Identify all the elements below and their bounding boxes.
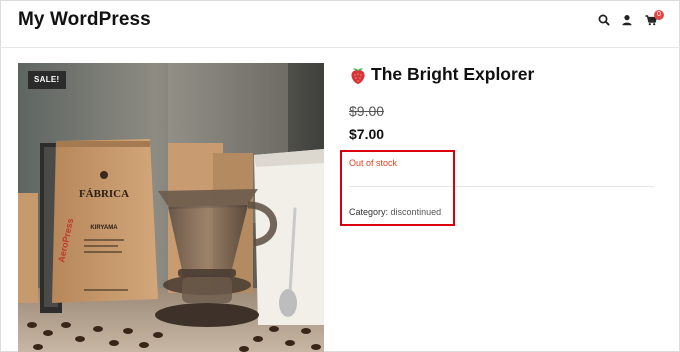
bag-subtitle-text: KIRYAMA: [90, 225, 118, 231]
product-title: The Bright Explorer: [371, 64, 535, 84]
strawberry-icon: [349, 65, 367, 85]
search-icon[interactable]: [597, 13, 611, 27]
sale-price: $7.00: [349, 126, 385, 142]
highlight-box: [340, 150, 455, 226]
user-icon[interactable]: [620, 13, 634, 27]
product-image[interactable]: FÁBRICA KIRYAMA AeroPress: [18, 63, 324, 352]
sale-badge: SALE!: [28, 71, 66, 89]
site-title[interactable]: My WordPress: [18, 9, 151, 31]
site-header: My WordPress 0: [0, 0, 680, 48]
bag-brand-text: FÁBRICA: [79, 188, 129, 200]
regular-price: $9.00: [349, 103, 385, 119]
cart-count-badge: 0: [654, 10, 664, 20]
